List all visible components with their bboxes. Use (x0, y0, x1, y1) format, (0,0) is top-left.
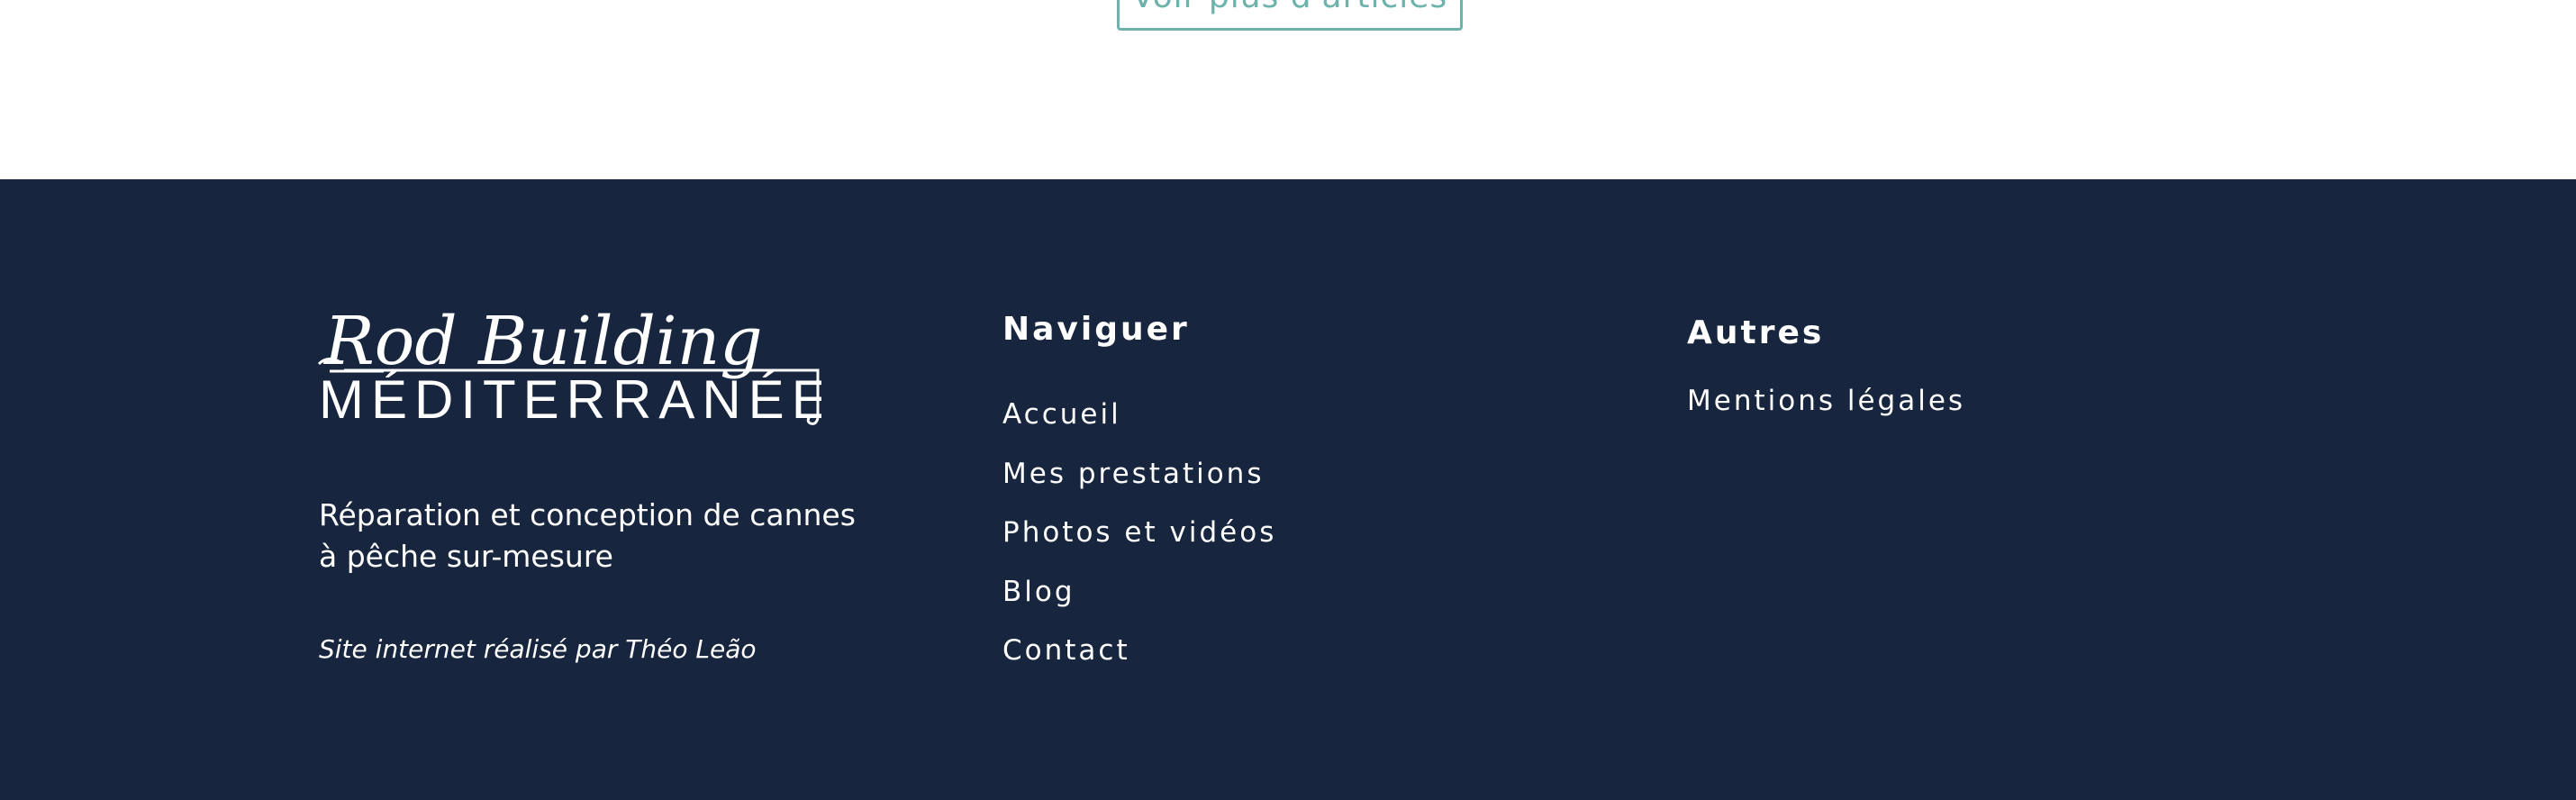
navigate-heading: Naviguer (1002, 311, 1190, 348)
footer-link-contact[interactable]: Contact (1002, 634, 1276, 694)
content-bottom-area: Voir plus d'articles (0, 0, 2576, 179)
footer-link-photos-videos[interactable]: Photos et vidéos (1002, 516, 1276, 576)
footer-navigation: Accueil Mes prestations Photos et vidéos… (1002, 398, 1276, 694)
site-logo[interactable]: Rod Building MÉDITERRANÉE (317, 301, 821, 427)
footer-link-accueil[interactable]: Accueil (1002, 398, 1276, 458)
site-footer: Rod Building MÉDITERRANÉE Réparation et … (0, 179, 2576, 800)
footer-other-links: Mentions légales (1687, 385, 1965, 417)
see-more-articles-button[interactable]: Voir plus d'articles (1117, 0, 1463, 31)
others-heading: Autres (1687, 314, 1825, 351)
logo-graphic: Rod Building MÉDITERRANÉE (317, 303, 821, 427)
footer-link-mentions-legales[interactable]: Mentions légales (1687, 385, 1965, 417)
footer-link-blog[interactable]: Blog (1002, 576, 1276, 635)
footer-tagline: Réparation et conception de cannes à pêc… (319, 497, 856, 574)
footer-link-prestations[interactable]: Mes prestations (1002, 458, 1276, 517)
footer-credit: Site internet réalisé par Théo Leão (319, 634, 757, 664)
logo-caps-text: MÉDITERRANÉE (319, 369, 821, 427)
